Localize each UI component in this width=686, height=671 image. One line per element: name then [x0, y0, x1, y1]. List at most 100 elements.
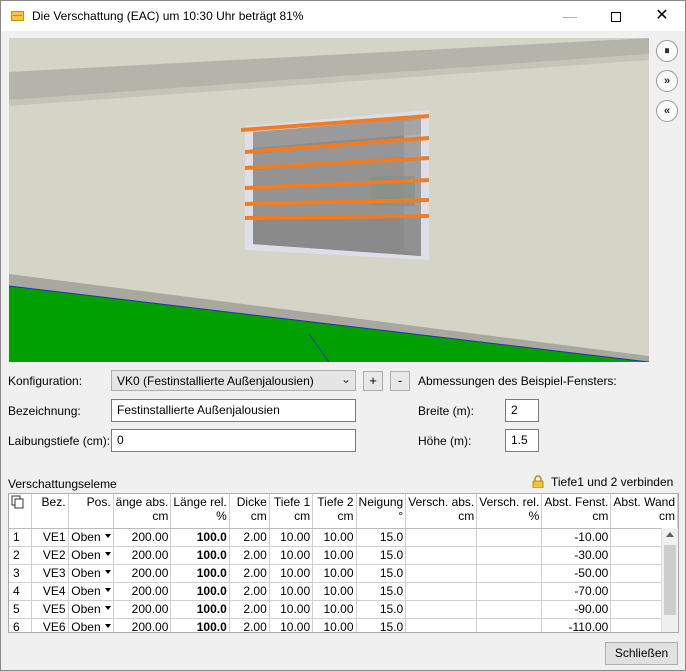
- table-cell[interactable]: [405, 528, 478, 547]
- table-row[interactable]: 3 VE3 Oben 200.00 100.0 2.00 10.00 10.00 15.0 -50…: [9, 564, 678, 583]
- table-cell[interactable]: [476, 582, 543, 601]
- table-cell[interactable]: 200.00: [113, 546, 172, 565]
- table-row[interactable]: 5 VE5 Oben 200.00 100.0 2.00 10.00 10.00 15.0 -90…: [9, 600, 678, 619]
- shading-3d-view[interactable]: [9, 38, 649, 362]
- table-cell[interactable]: [476, 564, 543, 583]
- table-row[interactable]: 1 VE1 Oben 200.00 100.0 2.00 10.00 10.00 15.0 -10…: [9, 528, 678, 547]
- close-button[interactable]: Schließen: [605, 642, 678, 665]
- add-config-button[interactable]: +: [363, 371, 383, 391]
- position-select[interactable]: Oben: [68, 528, 114, 547]
- table-cell[interactable]: 100.0: [170, 546, 230, 565]
- table-cell[interactable]: 15.0: [356, 528, 407, 547]
- table-cell[interactable]: [405, 546, 478, 565]
- dropdown-arrow-icon[interactable]: [104, 587, 111, 592]
- table-cell[interactable]: [405, 600, 478, 619]
- maximize-button[interactable]: [593, 1, 639, 31]
- table-cell[interactable]: 200.00: [113, 582, 172, 601]
- table-cell[interactable]: [476, 528, 543, 547]
- table-cell[interactable]: 10.00: [269, 564, 314, 583]
- table-cell[interactable]: 200.00: [113, 528, 172, 547]
- position-select[interactable]: Oben: [68, 600, 114, 619]
- dropdown-arrow-icon[interactable]: [104, 605, 111, 610]
- scroll-thumb[interactable]: [664, 545, 676, 615]
- table-cell[interactable]: -30.00: [541, 546, 612, 565]
- copy-icon-header[interactable]: [9, 494, 32, 529]
- table-cell[interactable]: VE6: [31, 618, 69, 632]
- laibungstiefe-field[interactable]: 0: [111, 429, 356, 452]
- table-cell[interactable]: -110.00: [541, 618, 612, 632]
- table-cell[interactable]: 100.0: [170, 582, 230, 601]
- table-cell[interactable]: [476, 546, 543, 565]
- table-cell[interactable]: 10.00: [269, 582, 314, 601]
- dropdown-arrow-icon[interactable]: [104, 623, 111, 628]
- table-cell[interactable]: 15.0: [356, 618, 407, 632]
- column-header[interactable]: Länge rel.%: [170, 494, 230, 529]
- table-cell[interactable]: 10.00: [269, 528, 314, 547]
- table-cell[interactable]: -70.00: [541, 582, 612, 601]
- table-cell[interactable]: -90.00: [541, 600, 612, 619]
- table-cell[interactable]: 15.0: [356, 600, 407, 619]
- column-header[interactable]: Dicke cm: [229, 494, 270, 529]
- table-cell[interactable]: VE4: [31, 582, 69, 601]
- forward-button[interactable]: »: [656, 70, 678, 92]
- position-select[interactable]: Oben: [68, 546, 114, 565]
- lock-icon[interactable]: [532, 475, 544, 488]
- table-row[interactable]: 4 VE4 Oben 200.00 100.0 2.00 10.00 10.00 15.0 -70…: [9, 582, 678, 601]
- konfiguration-select[interactable]: VK0 (Festinstallierte Außenjalousien) ⌄: [111, 370, 356, 391]
- table-cell[interactable]: VE2: [31, 546, 69, 565]
- table-cell[interactable]: 2.00: [229, 564, 270, 583]
- table-cell[interactable]: VE3: [31, 564, 69, 583]
- column-header[interactable]: Abst. Fenst. cm: [541, 494, 612, 529]
- table-cell[interactable]: 10.00: [269, 618, 314, 632]
- table-cell[interactable]: -50.00: [541, 564, 612, 583]
- dropdown-arrow-icon[interactable]: [104, 551, 111, 556]
- table-cell[interactable]: VE1: [31, 528, 69, 547]
- table-row[interactable]: 2 VE2 Oben 200.00 100.0 2.00 10.00 10.00 15.0 -30…: [9, 546, 678, 565]
- table-cell[interactable]: 2.00: [229, 600, 270, 619]
- scroll-up-icon[interactable]: [666, 532, 674, 537]
- table-cell[interactable]: 10.00: [312, 546, 357, 565]
- table-cell[interactable]: 15.0: [356, 564, 407, 583]
- table-cell[interactable]: [476, 600, 543, 619]
- table-cell[interactable]: 10.00: [269, 600, 314, 619]
- table-cell[interactable]: 10.00: [312, 618, 357, 632]
- dropdown-arrow-icon[interactable]: [104, 533, 111, 538]
- table-cell[interactable]: [405, 564, 478, 583]
- table-cell[interactable]: 10.00: [312, 600, 357, 619]
- column-header[interactable]: Abst. Wand cm: [610, 494, 678, 529]
- table-cell[interactable]: 100.0: [170, 564, 230, 583]
- table-cell[interactable]: 200.00: [113, 564, 172, 583]
- table-scrollbar[interactable]: [661, 528, 678, 632]
- hoehe-field[interactable]: 1.5: [505, 429, 539, 452]
- table-cell[interactable]: 100.0: [170, 528, 230, 547]
- table-cell[interactable]: 2.00: [229, 528, 270, 547]
- table-row[interactable]: 6 VE6 Oben 200.00 100.0 2.00 10.00 10.00 15.0 -11…: [9, 618, 678, 632]
- table-cell[interactable]: [405, 618, 478, 632]
- column-header[interactable]: Neigung °: [356, 494, 407, 529]
- link-depth-label[interactable]: Tiefe1 und 2 verbinden: [551, 475, 673, 489]
- dropdown-arrow-icon[interactable]: [104, 569, 111, 574]
- table-cell[interactable]: 200.00: [113, 618, 172, 632]
- table-cell[interactable]: [476, 618, 543, 632]
- table-cell[interactable]: 15.0: [356, 582, 407, 601]
- column-header[interactable]: änge abs. cm: [113, 494, 172, 529]
- table-cell[interactable]: 100.0: [170, 618, 230, 632]
- table-cell[interactable]: 2.00: [229, 546, 270, 565]
- table-cell[interactable]: 10.00: [312, 528, 357, 547]
- table-cell[interactable]: 10.00: [269, 546, 314, 565]
- table-cell[interactable]: -10.00: [541, 528, 612, 547]
- column-header[interactable]: Versch. abs. cm: [405, 494, 478, 529]
- position-select[interactable]: Oben: [68, 582, 114, 601]
- table-cell[interactable]: VE5: [31, 600, 69, 619]
- table-cell[interactable]: 100.0: [170, 600, 230, 619]
- table-cell[interactable]: 2.00: [229, 582, 270, 601]
- remove-config-button[interactable]: -: [390, 371, 410, 391]
- column-header[interactable]: Pos.: [68, 494, 114, 529]
- table-cell[interactable]: 2.00: [229, 618, 270, 632]
- column-header[interactable]: Bez.: [31, 494, 69, 529]
- breite-field[interactable]: 2: [505, 399, 539, 422]
- elements-table[interactable]: Bez. Pos. änge abs. cm Länge rel.% Dicke cm Tie…: [8, 493, 679, 633]
- table-cell[interactable]: 15.0: [356, 546, 407, 565]
- table-cell[interactable]: [405, 582, 478, 601]
- rewind-button[interactable]: «: [656, 100, 678, 122]
